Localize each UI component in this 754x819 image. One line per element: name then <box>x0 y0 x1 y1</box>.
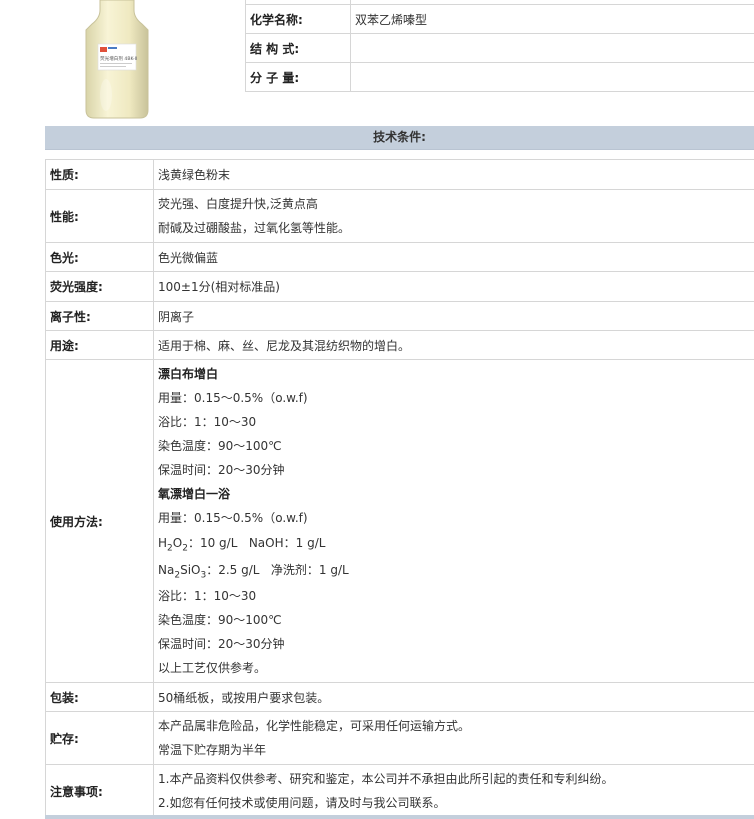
info-row-chemical-name: 化学名称: 双苯乙烯嗪型 <box>245 4 754 34</box>
spec-line-h2o2: H2O2：10 g/L NaOH：1 g/L <box>158 530 754 557</box>
spec-value: 浅黄绿色粉末 <box>153 159 754 190</box>
spec-line: 用量：0.15～0.5%（o.w.f) <box>158 391 308 405</box>
info-row-structure: 结 构 式: <box>245 33 754 63</box>
spec-key: 注意事项: <box>45 764 154 818</box>
info-row-molecular-weight: 分 子 量: <box>245 62 754 92</box>
spec-line: 染色温度：90～100℃ <box>158 439 282 453</box>
spec-row-ionic: 离子性: 阴离子 <box>45 301 754 331</box>
spec-line: 耐碱及过硼酸盐，过氧化氢等性能。 <box>158 221 351 235</box>
spec-row-shade: 色光: 色光微偏蓝 <box>45 242 754 272</box>
spec-line: 以上工艺仅供参考。 <box>158 661 267 675</box>
spec-table: 性质: 浅黄绿色粉末 性能: 荧光强、白度提升快,泛黄点高 耐碱及过硼酸盐，过氧… <box>45 159 754 818</box>
method-section-title: 氧漂增白一浴 <box>158 487 231 501</box>
info-value <box>350 33 754 63</box>
bottom-divider <box>45 815 754 819</box>
spec-value: 50桶纸板，或按用户要求包装。 <box>153 682 754 712</box>
formula-part: O <box>172 536 183 550</box>
info-key: 化学名称: <box>245 4 351 34</box>
formula-part: Na <box>158 563 175 577</box>
spec-key: 使用方法: <box>45 359 154 683</box>
formula-part: ：2.5 g/L 净洗剂：1 g/L <box>206 563 349 577</box>
spec-row-storage: 贮存: 本产品属非危险品，化学性能稳定，可采用任何运输方式。 常温下贮存期为半年 <box>45 711 754 765</box>
spec-line: 常温下贮存期为半年 <box>158 743 267 757</box>
spec-line: 保温时间：20～30分钟 <box>158 637 285 651</box>
spec-line: 2.如您有任何技术或使用问题，请及时与我公司联系。 <box>158 796 446 810</box>
formula-part: SiO <box>180 563 201 577</box>
spec-line: 荧光强、白度提升快,泛黄点高 <box>158 197 318 211</box>
spec-row-notes: 注意事项: 1.本产品资料仅供参考、研究和鉴定，本公司并不承担由此所引起的责任和… <box>45 764 754 818</box>
spec-key: 用途: <box>45 330 154 360</box>
spec-row-strength: 荧光强度: 100±1分(相对标准品) <box>45 271 754 302</box>
spec-line: 保温时间：20～30分钟 <box>158 463 285 477</box>
method-section-title: 漂白布增白 <box>158 367 219 381</box>
spec-key: 荧光强度: <box>45 271 154 302</box>
formula-part: ：10 g/L NaOH：1 g/L <box>187 536 326 550</box>
spec-value: 100±1分(相对标准品) <box>153 271 754 302</box>
spec-key: 性能: <box>45 189 154 243</box>
info-value: 双苯乙烯嗪型 <box>350 4 754 34</box>
spec-line-na2sio3: Na2SiO3：2.5 g/L 净洗剂：1 g/L <box>158 557 754 584</box>
info-key: 分 子 量: <box>245 62 351 92</box>
tech-conditions-header: 技术条件: <box>45 126 754 150</box>
product-bottle-image: 荧光增白剂 4BK-II <box>85 0 149 119</box>
spec-line: 浴比：1：10～30 <box>158 415 257 429</box>
spec-row-method: 使用方法: 漂白布增白 用量：0.15～0.5%（o.w.f) 浴比：1：10～… <box>45 359 754 683</box>
spec-row-usage: 用途: 适用于棉、麻、丝、尼龙及其混纺织物的增白。 <box>45 330 754 360</box>
spec-key: 包装: <box>45 682 154 712</box>
bottle-label-text: 荧光增白剂 4BK-II <box>100 55 137 62</box>
spec-key: 贮存: <box>45 711 154 765</box>
spec-key: 性质: <box>45 159 154 190</box>
formula-part: H <box>158 536 168 550</box>
info-key: 结 构 式: <box>245 33 351 63</box>
spec-value: 色光微偏蓝 <box>153 242 754 272</box>
info-value <box>350 62 754 92</box>
spec-value: 适用于棉、麻、丝、尼龙及其混纺织物的增白。 <box>153 330 754 360</box>
spec-key: 色光: <box>45 242 154 272</box>
spec-key: 离子性: <box>45 301 154 331</box>
chemical-info-table: 化学名称: 双苯乙烯嗪型 结 构 式: 分 子 量: <box>245 0 754 92</box>
spec-line: 染色温度：90～100℃ <box>158 613 282 627</box>
spec-line: 1.本产品资料仅供参考、研究和鉴定，本公司并不承担由此所引起的责任和专利纠纷。 <box>158 772 614 786</box>
spec-value: 阴离子 <box>153 301 754 331</box>
spec-line: 用量：0.15～0.5%（o.w.f) <box>158 511 308 525</box>
spec-row-appearance: 性质: 浅黄绿色粉末 <box>45 159 754 190</box>
spec-row-packing: 包装: 50桶纸板，或按用户要求包装。 <box>45 682 754 712</box>
spec-line: 本产品属非危险品，化学性能稳定，可采用任何运输方式。 <box>158 719 471 733</box>
spec-line: 浴比：1：10～30 <box>158 589 257 603</box>
spec-row-performance: 性能: 荧光强、白度提升快,泛黄点高 耐碱及过硼酸盐，过氧化氢等性能。 <box>45 189 754 243</box>
